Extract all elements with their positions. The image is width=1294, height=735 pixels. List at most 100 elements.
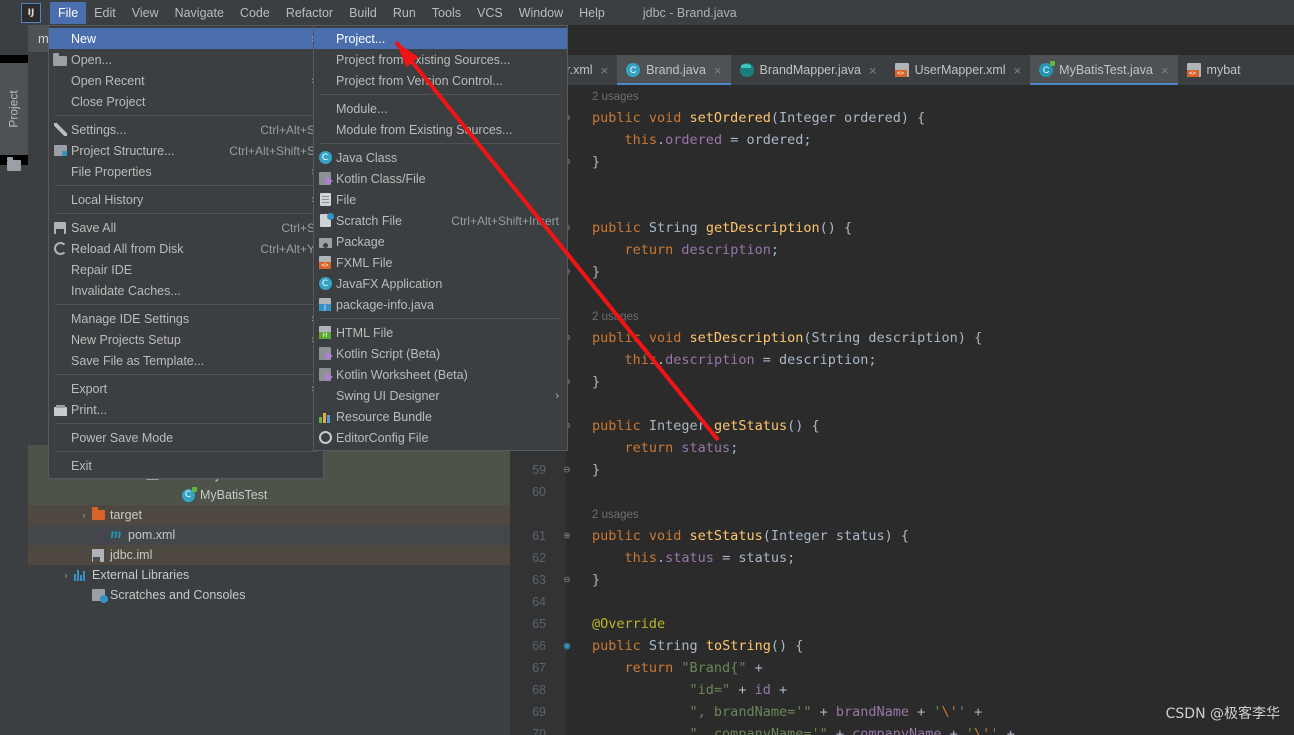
code-token: ; (803, 132, 812, 148)
close-icon[interactable]: × (1014, 63, 1022, 78)
close-icon[interactable]: × (1161, 63, 1169, 78)
tree-node-pom-xml[interactable]: m pom.xml (28, 525, 510, 545)
tree-node-target[interactable]: › target (28, 505, 510, 525)
menu-item-kotlin-class-file[interactable]: Kotlin Class/File (314, 168, 567, 189)
menu-item-exit[interactable]: Exit (49, 455, 323, 476)
menu-item-package-info-java[interactable]: package-info.java (314, 294, 567, 315)
code-token: this (624, 132, 658, 148)
kotlin-file-icon-slot (314, 368, 336, 381)
no-icon (318, 102, 332, 116)
code-token: + (998, 726, 1015, 735)
line-number: 64 (532, 595, 546, 609)
menu-item-scratch-file[interactable]: Scratch File Ctrl+Alt+Shift+Insert (314, 210, 567, 231)
code-token: ' (965, 726, 975, 735)
editor-tab-usermapper-xml[interactable]: UserMapper.xml × (886, 55, 1031, 85)
close-icon[interactable]: × (601, 63, 609, 78)
menubar-item-refactor[interactable]: Refactor (278, 2, 341, 24)
menu-item-kotlin-worksheet-beta[interactable]: Kotlin Worksheet (Beta) (314, 364, 567, 385)
menu-item-open[interactable]: Open... (49, 49, 323, 70)
tree-node-mybatistest[interactable]: C MyBatisTest (28, 485, 510, 505)
code-editor[interactable]: 2 usages ⊕ public void setOrdered(Integer … (510, 85, 1294, 735)
code-text: public void setOrdered(Integer ordered) … (578, 107, 925, 129)
code-token: ; (730, 440, 739, 456)
no-icon (53, 354, 67, 368)
menu-item-reload-all-from-disk[interactable]: Reload All from Disk Ctrl+Alt+Y (49, 238, 323, 259)
menu-item-manage-ide-settings[interactable]: Manage IDE Settings› (49, 308, 323, 329)
usages-inlay-hint[interactable]: 2 usages (592, 509, 639, 521)
menu-item-local-history[interactable]: Local History› (49, 189, 323, 210)
menubar-item-help[interactable]: Help (571, 2, 613, 24)
menubar-item-tools[interactable]: Tools (424, 2, 469, 24)
menu-item-resource-bundle[interactable]: Resource Bundle (314, 406, 567, 427)
menu-item-project-structure[interactable]: Project Structure... Ctrl+Alt+Shift+S (49, 140, 323, 161)
menu-item-project-from-existing-sources[interactable]: Project from Existing Sources... (314, 49, 567, 70)
code-fold-icon[interactable]: ⊕ (556, 525, 578, 547)
menu-item-html-file[interactable]: HTML File (314, 322, 567, 343)
menu-item-file[interactable]: File (314, 189, 567, 210)
menu-item-java-class[interactable]: C Java Class (314, 147, 567, 168)
tree-node-scratches-and-consoles[interactable]: Scratches and Consoles (28, 585, 510, 605)
code-token: void (648, 528, 690, 544)
breakpoint-icon[interactable]: ◉ (556, 635, 578, 657)
tree-node-external-libraries[interactable]: › External Libraries (28, 565, 510, 585)
code-line: return status; (510, 437, 1294, 459)
menu-item-close-project[interactable]: Close Project (49, 91, 323, 112)
editor-tab-bar[interactable]: dMapper.xml×CBrand.java×BrandMapper.java… (510, 55, 1294, 85)
usages-inlay-hint[interactable]: 2 usages (592, 91, 639, 103)
menu-item-print[interactable]: Print... (49, 399, 323, 420)
menu-item-repair-ide[interactable]: Repair IDE (49, 259, 323, 280)
menu-item-settings[interactable]: Settings... Ctrl+Alt+S (49, 119, 323, 140)
menu-item-swing-ui-designer[interactable]: Swing UI Designer › (314, 385, 567, 406)
menu-item-invalidate-caches[interactable]: Invalidate Caches... (49, 280, 323, 301)
menu-item-new-projects-setup[interactable]: New Projects Setup› (49, 329, 323, 350)
menubar-item-code[interactable]: Code (232, 2, 278, 24)
menu-item-power-save-mode[interactable]: Power Save Mode (49, 427, 323, 448)
project-tool-window-tab[interactable]: Project (0, 63, 28, 155)
editor-tab-brandmapper-java[interactable]: BrandMapper.java × (731, 55, 886, 85)
menu-item-label: Module from Existing Sources... (336, 122, 513, 137)
menu-item-project[interactable]: Project... (314, 28, 567, 49)
close-icon[interactable]: × (714, 63, 722, 78)
usages-inlay-hint[interactable]: 2 usages (592, 311, 639, 323)
menu-item-module-from-existing-sources[interactable]: Module from Existing Sources... (314, 119, 567, 140)
tree-node-jdbc-iml[interactable]: jdbc.iml (28, 545, 510, 565)
menubar-item-build[interactable]: Build (341, 2, 385, 24)
reload-icon (53, 242, 67, 255)
expand-toggle-icon[interactable]: › (78, 510, 90, 520)
file-menu-dropdown[interactable]: New› Open... Open Recent› Close Project Sett… (48, 25, 324, 479)
menu-item-label: Save All (71, 220, 117, 235)
menu-item-kotlin-script-beta[interactable]: Kotlin Script (Beta) (314, 343, 567, 364)
menu-item-export[interactable]: Export› (49, 378, 323, 399)
menu-bar: IJ File Edit View Navigate Code Refactor Build… (0, 0, 1294, 25)
code-token: return (624, 440, 682, 456)
menubar-item-window[interactable]: Window (511, 2, 571, 24)
menu-item-save-file-as-template[interactable]: Save File as Template... (49, 350, 323, 371)
menu-item-javafx-application[interactable]: C JavaFX Application (314, 273, 567, 294)
menu-item-module[interactable]: Module... (314, 98, 567, 119)
menu-item-project-from-version-control[interactable]: Project from Version Control... (314, 70, 567, 91)
menu-icon-slot (49, 263, 71, 277)
menubar-item-run[interactable]: Run (385, 2, 424, 24)
menu-item-new[interactable]: New› (49, 28, 323, 49)
menu-item-package[interactable]: Package (314, 231, 567, 252)
menubar-item-navigate[interactable]: Navigate (167, 2, 232, 24)
new-submenu-dropdown[interactable]: Project... Project from Existing Sources.… (313, 25, 568, 451)
menubar-item-edit[interactable]: Edit (86, 2, 124, 24)
menubar-item-view[interactable]: View (124, 2, 167, 24)
editor-tab-brand-java[interactable]: C Brand.java × (617, 55, 731, 85)
no-icon (318, 74, 332, 88)
menu-item-save-all[interactable]: Save All Ctrl+S (49, 217, 323, 238)
expand-toggle-icon[interactable]: › (60, 570, 72, 580)
menu-item-file-properties[interactable]: File Properties› (49, 161, 323, 182)
line-number: 65 (532, 617, 546, 631)
editor-tab-mybat[interactable]: mybat (1178, 55, 1250, 85)
code-fold-icon[interactable]: ⊖ (556, 569, 578, 591)
menu-item-open-recent[interactable]: Open Recent› (49, 70, 323, 91)
menubar-item-file[interactable]: File (50, 1, 87, 24)
editor-tab-mybatistest-java[interactable]: C MyBatisTest.java × (1030, 55, 1178, 85)
menu-item-editorconfig-file[interactable]: EditorConfig File (314, 427, 567, 448)
menu-item-fxml-file[interactable]: FXML File (314, 252, 567, 273)
code-fold-icon[interactable]: ⊖ (556, 459, 578, 481)
menubar-item-vcs[interactable]: VCS (469, 2, 511, 24)
close-icon[interactable]: × (869, 63, 877, 78)
